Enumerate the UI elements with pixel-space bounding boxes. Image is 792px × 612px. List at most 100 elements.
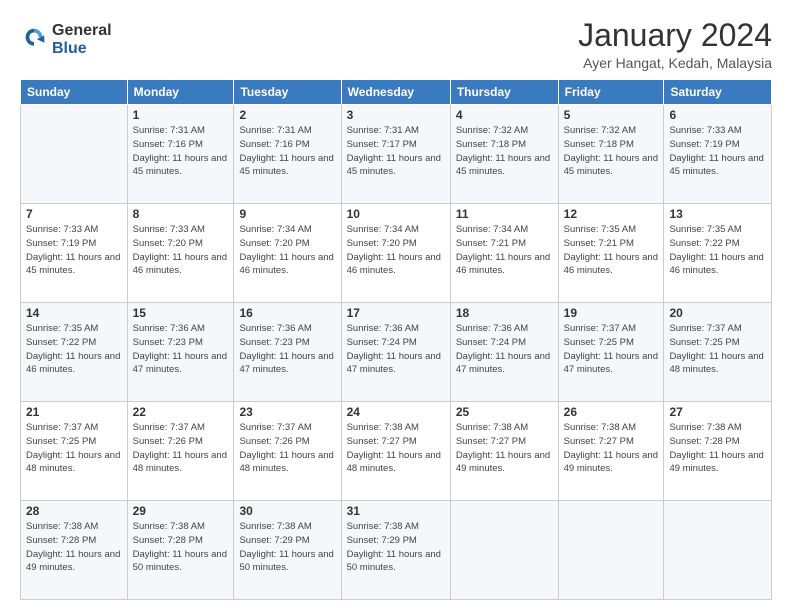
calendar-cell [21, 105, 128, 204]
day-number: 3 [347, 108, 445, 122]
day-number: 11 [456, 207, 553, 221]
week-row-5: 28 Sunrise: 7:38 AMSunset: 7:28 PMDayligh… [21, 501, 772, 600]
day-number: 19 [564, 306, 659, 320]
day-number: 21 [26, 405, 122, 419]
calendar-cell [664, 501, 772, 600]
day-number: 4 [456, 108, 553, 122]
calendar-cell: 1Sunrise: 7:31 AMSunset: 7:16 PMDaylight… [127, 105, 234, 204]
day-number: 5 [564, 108, 659, 122]
calendar-cell: 4Sunrise: 7:32 AMSunset: 7:18 PMDaylight… [450, 105, 558, 204]
calendar-cell: 31 Sunrise: 7:38 AMSunset: 7:29 PMDayligh… [341, 501, 450, 600]
weekday-header-row: SundayMondayTuesdayWednesdayThursdayFrid… [21, 80, 772, 105]
day-info: Sunrise: 7:34 AMSunset: 7:21 PMDaylight:… [456, 223, 553, 278]
page: General Blue January 2024 Ayer Hangat, K… [0, 0, 792, 612]
day-number: 20 [669, 306, 766, 320]
day-info: Sunrise: 7:34 AMSunset: 7:20 PMDaylight:… [347, 223, 445, 278]
logo: General Blue [20, 22, 112, 57]
day-number: 16 [239, 306, 335, 320]
calendar-cell: 22 Sunrise: 7:37 AMSunset: 7:26 PMDayligh… [127, 402, 234, 501]
calendar-cell: 14 Sunrise: 7:35 AMSunset: 7:22 PMDayligh… [21, 303, 128, 402]
day-number: 22 [133, 405, 229, 419]
day-info: Sunrise: 7:36 AMSunset: 7:24 PMDaylight:… [347, 322, 445, 377]
day-number: 1 [133, 108, 229, 122]
day-number: 14 [26, 306, 122, 320]
calendar-cell: 23 Sunrise: 7:37 AMSunset: 7:26 PMDayligh… [234, 402, 341, 501]
logo-blue-text: Blue [52, 40, 112, 58]
logo-icon [20, 26, 48, 54]
day-number: 31 [347, 504, 445, 518]
calendar-cell: 25 Sunrise: 7:38 AMSunset: 7:27 PMDayligh… [450, 402, 558, 501]
weekday-header-wednesday: Wednesday [341, 80, 450, 105]
day-number: 28 [26, 504, 122, 518]
calendar-cell: 26 Sunrise: 7:38 AMSunset: 7:27 PMDayligh… [558, 402, 664, 501]
day-number: 8 [133, 207, 229, 221]
day-info: Sunrise: 7:32 AMSunset: 7:18 PMDaylight:… [564, 124, 659, 179]
calendar-cell: 29Sunrise: 7:38 AMSunset: 7:28 PMDayligh… [127, 501, 234, 600]
calendar-cell: 16 Sunrise: 7:36 AMSunset: 7:23 PMDayligh… [234, 303, 341, 402]
day-number: 24 [347, 405, 445, 419]
calendar-cell: 2 Sunrise: 7:31 AMSunset: 7:16 PMDaylight… [234, 105, 341, 204]
calendar-cell [450, 501, 558, 600]
day-number: 2 [239, 108, 335, 122]
calendar-cell: 9 Sunrise: 7:34 AMSunset: 7:20 PMDaylight… [234, 204, 341, 303]
day-number: 27 [669, 405, 766, 419]
day-info: Sunrise: 7:35 AMSunset: 7:22 PMDaylight:… [26, 322, 122, 377]
calendar-table: SundayMondayTuesdayWednesdayThursdayFrid… [20, 79, 772, 600]
day-info: Sunrise: 7:33 AMSunset: 7:19 PMDaylight:… [26, 223, 122, 278]
day-info: Sunrise: 7:38 AMSunset: 7:28 PMDaylight:… [133, 520, 229, 575]
day-info: Sunrise: 7:38 AMSunset: 7:29 PMDaylight:… [347, 520, 445, 575]
day-info: Sunrise: 7:37 AMSunset: 7:26 PMDaylight:… [239, 421, 335, 476]
week-row-3: 14 Sunrise: 7:35 AMSunset: 7:22 PMDayligh… [21, 303, 772, 402]
day-number: 23 [239, 405, 335, 419]
day-number: 30 [239, 504, 335, 518]
day-info: Sunrise: 7:37 AMSunset: 7:25 PMDaylight:… [564, 322, 659, 377]
day-number: 17 [347, 306, 445, 320]
calendar-cell: 8 Sunrise: 7:33 AMSunset: 7:20 PMDaylight… [127, 204, 234, 303]
calendar-cell: 13 Sunrise: 7:35 AMSunset: 7:22 PMDayligh… [664, 204, 772, 303]
calendar-cell: 20Sunrise: 7:37 AMSunset: 7:25 PMDayligh… [664, 303, 772, 402]
day-number: 6 [669, 108, 766, 122]
day-info: Sunrise: 7:31 AMSunset: 7:17 PMDaylight:… [347, 124, 445, 179]
calendar-cell: 15 Sunrise: 7:36 AMSunset: 7:23 PMDayligh… [127, 303, 234, 402]
calendar-cell: 3 Sunrise: 7:31 AMSunset: 7:17 PMDaylight… [341, 105, 450, 204]
location: Ayer Hangat, Kedah, Malaysia [578, 55, 772, 71]
day-info: Sunrise: 7:38 AMSunset: 7:27 PMDaylight:… [564, 421, 659, 476]
day-info: Sunrise: 7:38 AMSunset: 7:28 PMDaylight:… [669, 421, 766, 476]
week-row-2: 7Sunrise: 7:33 AMSunset: 7:19 PMDaylight… [21, 204, 772, 303]
day-number: 18 [456, 306, 553, 320]
header: General Blue January 2024 Ayer Hangat, K… [20, 18, 772, 71]
day-info: Sunrise: 7:33 AMSunset: 7:20 PMDaylight:… [133, 223, 229, 278]
weekday-header-thursday: Thursday [450, 80, 558, 105]
day-info: Sunrise: 7:36 AMSunset: 7:23 PMDaylight:… [133, 322, 229, 377]
day-info: Sunrise: 7:38 AMSunset: 7:28 PMDaylight:… [26, 520, 122, 575]
week-row-1: 1 Sunrise: 7:31 AMSunset: 7:16 PMDaylight… [21, 105, 772, 204]
weekday-header-tuesday: Tuesday [234, 80, 341, 105]
calendar-cell: 30Sunrise: 7:38 AMSunset: 7:29 PMDayligh… [234, 501, 341, 600]
day-info: Sunrise: 7:34 AMSunset: 7:20 PMDaylight:… [239, 223, 335, 278]
logo-general-text: General [52, 22, 112, 40]
calendar-cell: 12 Sunrise: 7:35 AMSunset: 7:21 PMDayligh… [558, 204, 664, 303]
day-number: 26 [564, 405, 659, 419]
day-info: Sunrise: 7:38 AMSunset: 7:27 PMDaylight:… [347, 421, 445, 476]
calendar-cell: 19 Sunrise: 7:37 AMSunset: 7:25 PMDayligh… [558, 303, 664, 402]
month-title: January 2024 [578, 18, 772, 53]
day-info: Sunrise: 7:35 AMSunset: 7:22 PMDaylight:… [669, 223, 766, 278]
day-info: Sunrise: 7:37 AMSunset: 7:26 PMDaylight:… [133, 421, 229, 476]
day-number: 12 [564, 207, 659, 221]
calendar-cell: 7Sunrise: 7:33 AMSunset: 7:19 PMDaylight… [21, 204, 128, 303]
day-number: 25 [456, 405, 553, 419]
weekday-header-saturday: Saturday [664, 80, 772, 105]
day-info: Sunrise: 7:38 AMSunset: 7:27 PMDaylight:… [456, 421, 553, 476]
day-info: Sunrise: 7:36 AMSunset: 7:23 PMDaylight:… [239, 322, 335, 377]
day-info: Sunrise: 7:35 AMSunset: 7:21 PMDaylight:… [564, 223, 659, 278]
calendar-cell: 17 Sunrise: 7:36 AMSunset: 7:24 PMDayligh… [341, 303, 450, 402]
day-number: 15 [133, 306, 229, 320]
day-number: 9 [239, 207, 335, 221]
day-number: 13 [669, 207, 766, 221]
calendar-cell: 11 Sunrise: 7:34 AMSunset: 7:21 PMDayligh… [450, 204, 558, 303]
weekday-header-monday: Monday [127, 80, 234, 105]
week-row-4: 21Sunrise: 7:37 AMSunset: 7:25 PMDayligh… [21, 402, 772, 501]
weekday-header-friday: Friday [558, 80, 664, 105]
day-info: Sunrise: 7:31 AMSunset: 7:16 PMDaylight:… [239, 124, 335, 179]
calendar-cell: 5 Sunrise: 7:32 AMSunset: 7:18 PMDaylight… [558, 105, 664, 204]
